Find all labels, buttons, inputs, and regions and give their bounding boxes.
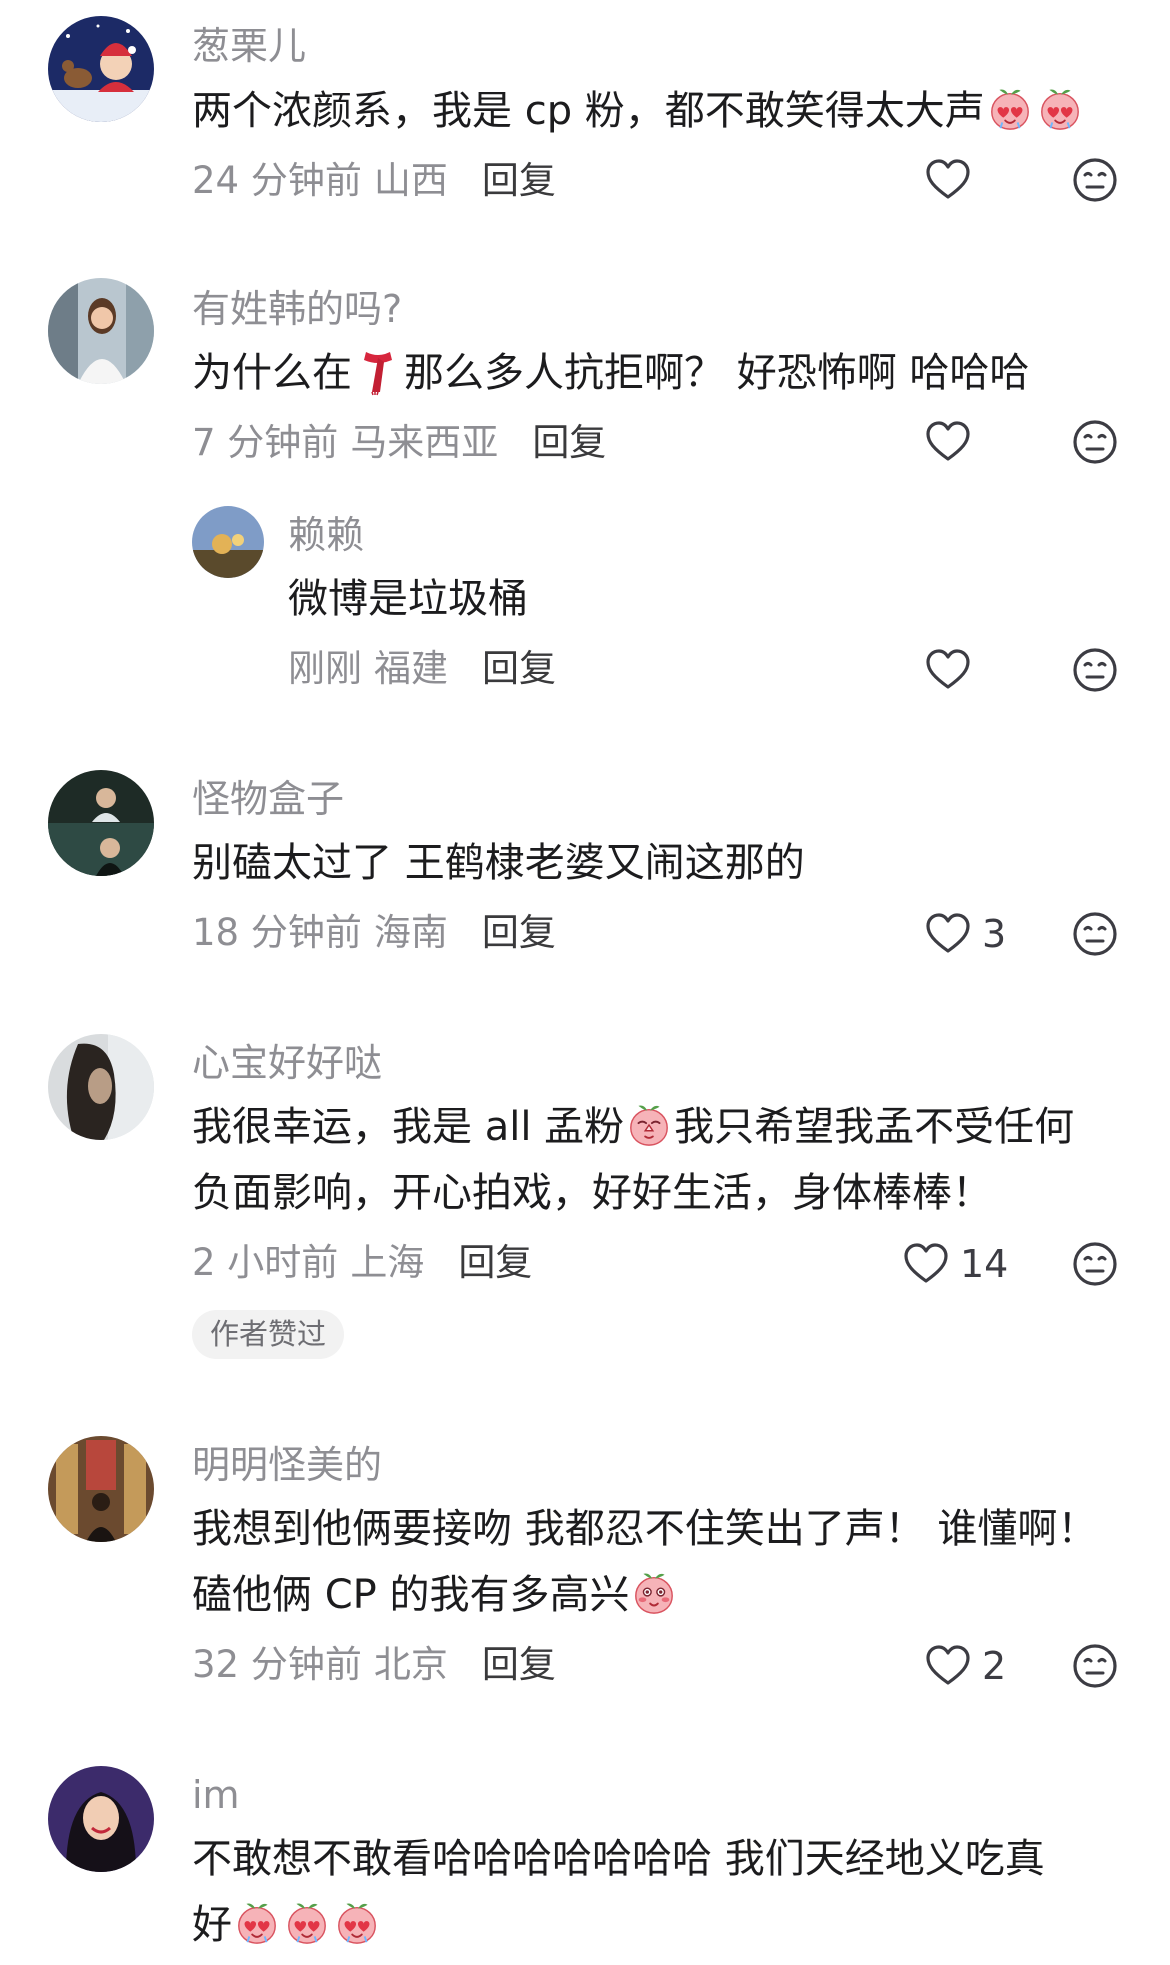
comment-meta: 7 分钟前 马来西亚 回复: [192, 424, 606, 461]
comment-text-line2: 磕他俩 CP 的我有多高兴: [192, 1562, 679, 1628]
avatar[interactable]: [48, 16, 154, 122]
like-button[interactable]: 14: [902, 1240, 1008, 1288]
comment-time: 18 分钟前: [192, 911, 362, 954]
comment-meta: 刚刚 福建 回复: [288, 650, 556, 687]
comment-time: 7 分钟前: [192, 421, 339, 464]
comment-time: 24 分钟前: [192, 159, 362, 202]
like-button[interactable]: 2: [924, 1642, 1006, 1690]
heart-outline-icon: [924, 1642, 972, 1690]
avatar[interactable]: [48, 1436, 154, 1542]
red-scarf-emoji: [358, 346, 398, 396]
comment-meta: 32 分钟前 北京 回复: [192, 1646, 556, 1683]
author-liked-badge: 作者赞过: [192, 1310, 345, 1359]
like-button[interactable]: 3: [924, 910, 1006, 958]
comment-username[interactable]: 赖赖: [288, 516, 364, 554]
reply-button[interactable]: 回复: [482, 911, 556, 954]
comment-text: 微博是垃圾桶: [288, 576, 528, 622]
comment-text: 别磕太过了 王鹤棣老婆又闹这那的: [192, 840, 805, 886]
dislike-button[interactable]: [1071, 1642, 1119, 1690]
heart-outline-icon: [924, 418, 972, 466]
neutral-face-icon: [1071, 646, 1119, 694]
reply-button[interactable]: 回复: [482, 159, 556, 202]
reply-button[interactable]: 回复: [482, 647, 556, 690]
dislike-button[interactable]: [1071, 156, 1119, 204]
peach-heart-eyes-emoji: [334, 1900, 380, 1946]
heart-outline-icon: [924, 910, 972, 958]
dislike-button[interactable]: [1071, 1240, 1119, 1288]
peach-heart-eyes-emoji: [234, 1900, 280, 1946]
avatar[interactable]: [48, 278, 154, 384]
peach-pleading-emoji: [626, 1102, 672, 1148]
like-button[interactable]: [924, 646, 982, 694]
comment-text-line1: 我很幸运，我是 all 孟粉 我只希望我孟不受任何: [192, 1102, 1075, 1150]
heart-outline-icon: [902, 1240, 950, 1288]
comment-text: 两个浓颜系，我是 cp 粉，都不敢笑得太大声: [192, 78, 1085, 144]
avatar[interactable]: [48, 770, 154, 876]
comment-location: 福建: [374, 647, 448, 690]
comment-username[interactable]: 葱栗儿: [192, 27, 306, 65]
comment-meta: 24 分钟前 山西 回复: [192, 162, 556, 199]
like-button[interactable]: [924, 418, 982, 466]
comment-text-line1: 不敢想不敢看哈哈哈哈哈哈哈 我们天经地义吃真: [192, 1836, 1045, 1882]
neutral-face-icon: [1071, 418, 1119, 466]
neutral-face-icon: [1071, 156, 1119, 204]
comment-text: 为什么在 那么多人抗拒啊？ 好恐怖啊 哈哈哈: [192, 340, 1029, 406]
comment-time: 2 小时前: [192, 1241, 339, 1284]
heart-outline-icon: [924, 156, 972, 204]
peach-heart-eyes-emoji: [1037, 86, 1083, 132]
comment-username[interactable]: 有姓韩的吗?: [192, 290, 402, 328]
comment-location: 马来西亚: [350, 421, 499, 464]
like-button[interactable]: [924, 156, 982, 204]
comment-location: 上海: [350, 1241, 425, 1284]
like-count: 14: [960, 1242, 1009, 1286]
neutral-face-icon: [1071, 1240, 1119, 1288]
dislike-button[interactable]: [1071, 646, 1119, 694]
reply-button[interactable]: 回复: [458, 1241, 532, 1284]
comment-username[interactable]: 怪物盒子: [192, 780, 344, 818]
comment-location: 海南: [373, 911, 448, 954]
comment-username[interactable]: 心宝好好哒: [192, 1044, 382, 1082]
comment-meta: 2 小时前 上海 回复: [192, 1244, 532, 1281]
peach-heart-eyes-emoji: [284, 1900, 330, 1946]
comment-text-line1: 我想到他俩要接吻 我都忍不住笑出了声！ 谁懂啊！: [192, 1506, 1098, 1552]
dislike-button[interactable]: [1071, 418, 1119, 466]
neutral-face-icon: [1071, 1642, 1119, 1690]
peach-heart-eyes-emoji: [987, 86, 1033, 132]
reply-button[interactable]: 回复: [482, 1643, 556, 1686]
comment-text-line2: 负面影响，开心拍戏，好好生活，身体棒棒！: [192, 1170, 992, 1216]
avatar[interactable]: [192, 506, 264, 578]
comment-time: 32 分钟前: [192, 1643, 362, 1686]
comment-username[interactable]: im: [192, 1776, 240, 1814]
comment-meta: 18 分钟前 海南 回复: [192, 914, 556, 951]
comment-location: 山西: [373, 159, 448, 202]
comment-username[interactable]: 明明怪美的: [192, 1446, 382, 1484]
comment-text-line2: 好: [192, 1892, 382, 1958]
dislike-button[interactable]: [1071, 910, 1119, 958]
like-count: 3: [982, 912, 1007, 956]
comment-location: 北京: [373, 1643, 448, 1686]
like-count: 2: [982, 1644, 1007, 1688]
heart-outline-icon: [924, 646, 972, 694]
peach-shy-emoji: [631, 1570, 677, 1616]
avatar[interactable]: [48, 1766, 154, 1872]
avatar[interactable]: [48, 1034, 154, 1140]
neutral-face-icon: [1071, 910, 1119, 958]
reply-button[interactable]: 回复: [532, 421, 606, 464]
comment-time: 刚刚: [288, 647, 362, 690]
